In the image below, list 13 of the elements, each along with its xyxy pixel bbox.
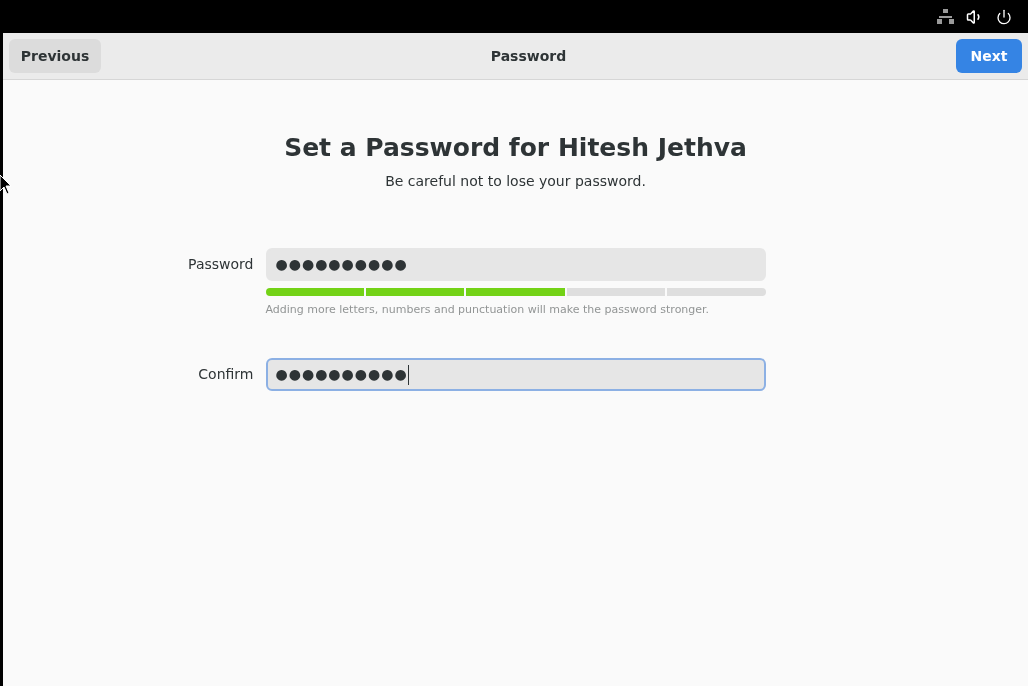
network-icon <box>937 9 954 24</box>
field-label: Confirm <box>197 365 254 384</box>
text-cursor <box>407 364 409 385</box>
next-button[interactable]: Next <box>956 39 1022 73</box>
strength-hint: Adding more letters, numbers and punctuation will make the password stronger. <box>265 301 711 318</box>
field-label: Password <box>187 254 254 274</box>
page-heading: Set a Password for Hitesh Jethva <box>284 132 747 164</box>
password-field[interactable]: ●●●●●●●●●● <box>265 247 766 281</box>
header-title: Password <box>490 46 567 66</box>
previous-button[interactable]: Previous <box>9 39 101 73</box>
power-icon[interactable] <box>996 8 1012 25</box>
password-field[interactable]: ●●●●●●●●●● <box>265 358 766 391</box>
page-subtitle: Be careful not to lose your password. <box>385 171 646 191</box>
